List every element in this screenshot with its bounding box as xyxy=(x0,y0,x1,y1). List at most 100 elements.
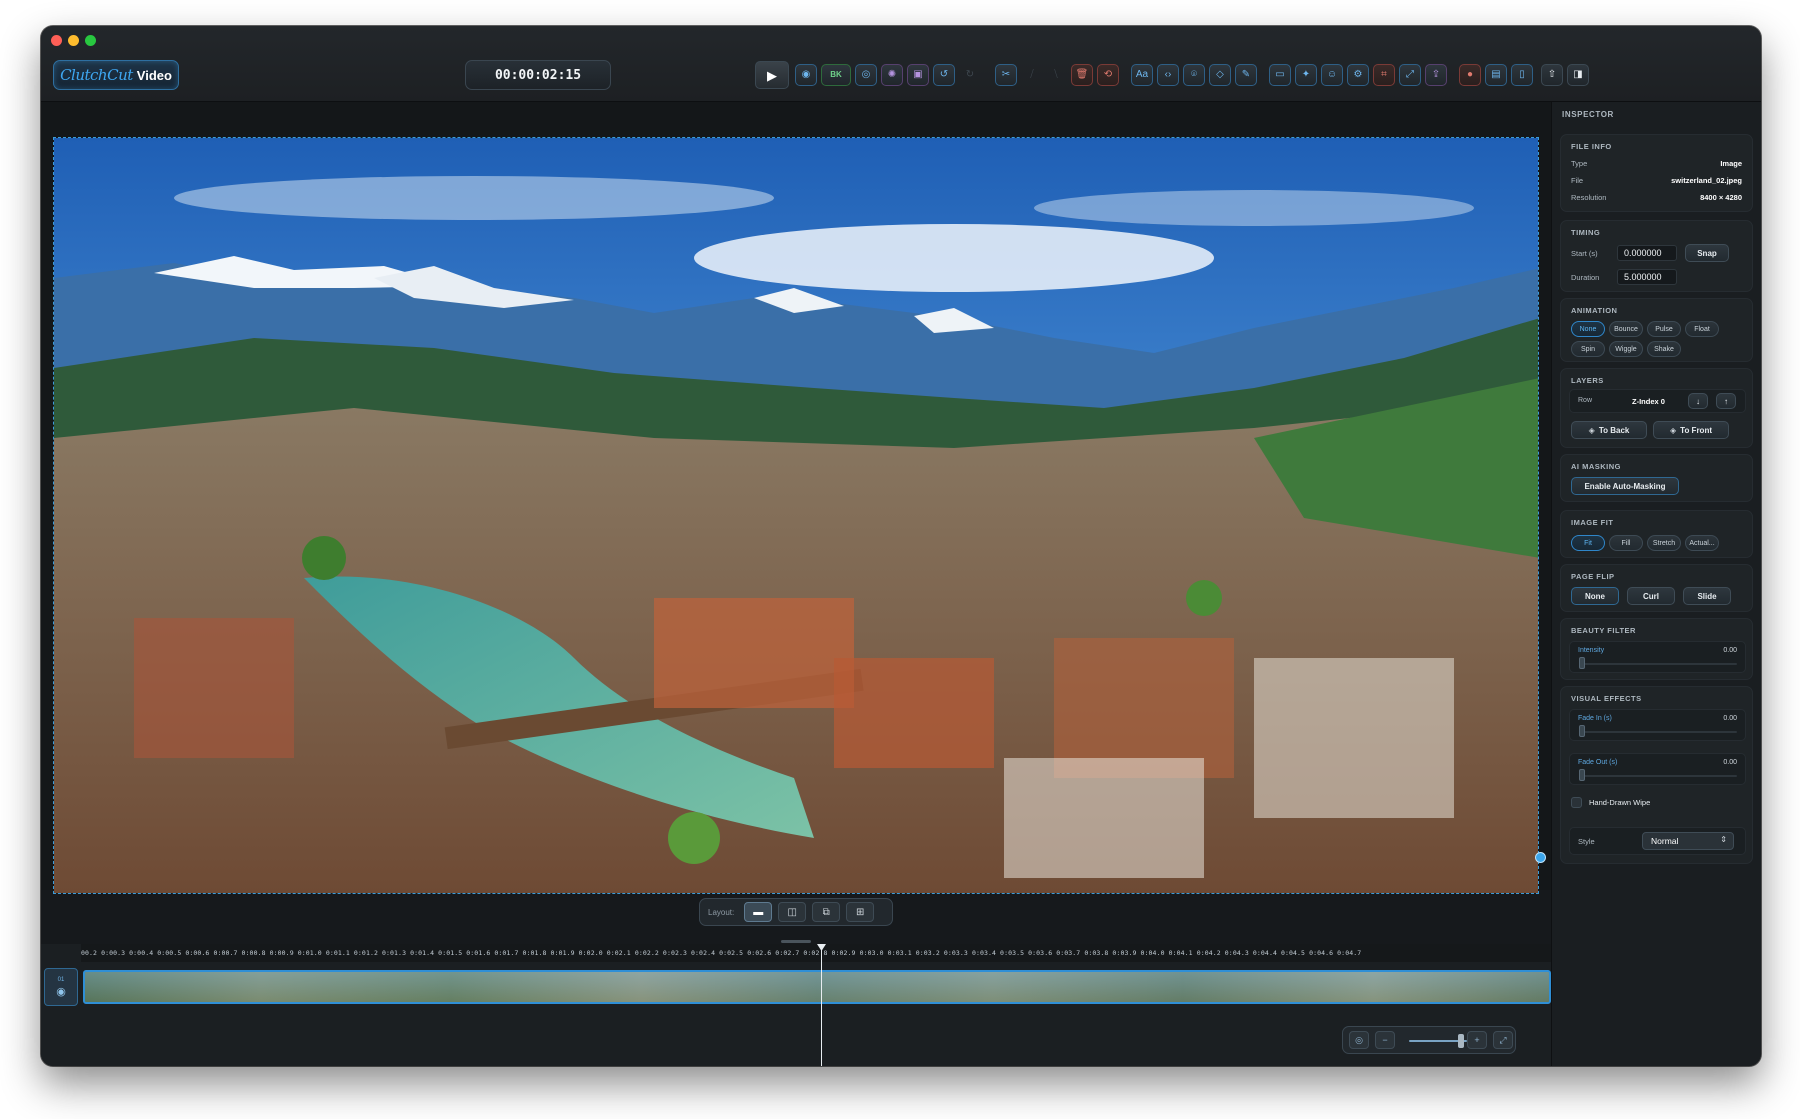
to-back-button[interactable]: ◈ To Back xyxy=(1571,421,1647,439)
settings-icon[interactable]: ⚙ xyxy=(1347,64,1369,86)
duration-input[interactable]: 5.000000 xyxy=(1617,269,1677,285)
page-flip-slide[interactable]: Slide xyxy=(1683,587,1731,605)
intensity-slider[interactable]: Intensity 0.00 xyxy=(1569,641,1746,673)
page-flip-none[interactable]: None xyxy=(1571,587,1619,605)
timeline-clip[interactable] xyxy=(83,970,1551,1004)
style-row: Style Normal ⇕ xyxy=(1569,827,1746,855)
text-icon[interactable]: Aa xyxy=(1131,64,1153,86)
animation-spin[interactable]: Spin xyxy=(1571,341,1605,357)
play-button[interactable]: ▶ xyxy=(755,61,789,89)
fit-option-fill[interactable]: Fill xyxy=(1609,535,1643,551)
transform-icon[interactable]: ⤢ xyxy=(1399,64,1421,86)
animation-pulse[interactable]: Pulse xyxy=(1647,321,1681,337)
ai-masking-title: AI MASKING xyxy=(1571,462,1621,471)
target-icon[interactable]: ◎ xyxy=(855,64,877,86)
row-label: Row xyxy=(1578,397,1593,404)
intensity-knob[interactable] xyxy=(1579,657,1585,669)
eye-icon[interactable]: ◉ xyxy=(795,64,817,86)
fit-option-fit[interactable]: Fit xyxy=(1571,535,1605,551)
layout-grid-button[interactable]: ⊞ xyxy=(846,902,875,922)
animation-wiggle[interactable]: Wiggle xyxy=(1609,341,1643,357)
timeline: 00.2 0:00.3 0:00.4 0:00.5 0:00.6 0:00.7 … xyxy=(41,944,1551,1066)
folder-icon[interactable]: ▤ xyxy=(1485,64,1507,86)
scissors-icon[interactable]: ✂ xyxy=(995,64,1017,86)
layout-single-button[interactable]: ▬ xyxy=(744,902,773,922)
animation-bounce[interactable]: Bounce xyxy=(1609,321,1643,337)
timeline-ruler[interactable]: 00.2 0:00.3 0:00.4 0:00.5 0:00.6 0:00.7 … xyxy=(81,944,1551,962)
zoom-reset-icon[interactable]: ◎ xyxy=(1349,1031,1369,1049)
timeline-resize-grip[interactable] xyxy=(781,940,811,943)
redo-icon[interactable]: ↻ xyxy=(959,64,981,86)
delete-icon[interactable]: 🗑 xyxy=(1071,64,1093,86)
camera-icon[interactable]: ⌾ xyxy=(1183,64,1205,86)
file-value: switzerland_02.jpeg xyxy=(1671,176,1742,185)
subtitle-icon[interactable]: ▭ xyxy=(1269,64,1291,86)
code-icon[interactable]: ‹› xyxy=(1157,64,1179,86)
pen-icon[interactable]: ✎ xyxy=(1235,64,1257,86)
layer-up-icon[interactable]: ↑ xyxy=(1716,393,1736,409)
fade-in-knob[interactable] xyxy=(1579,725,1585,737)
file-info-title: FILE INFO xyxy=(1571,142,1612,151)
fade-out-knob[interactable] xyxy=(1579,769,1585,781)
fade-out-track[interactable] xyxy=(1580,775,1737,777)
track-number: 01 xyxy=(57,976,65,983)
share-icon[interactable]: ⇧ xyxy=(1541,64,1563,86)
zoom-window-button[interactable] xyxy=(85,35,96,46)
fit-option-actual[interactable]: Actual... xyxy=(1685,535,1719,551)
zoom-slider-knob[interactable] xyxy=(1458,1034,1464,1048)
animation-float[interactable]: Float xyxy=(1685,321,1719,337)
hand-drawn-wipe-label: Hand-Drawn Wipe xyxy=(1589,798,1651,807)
page-flip-curl[interactable]: Curl xyxy=(1627,587,1675,605)
layout-pip-button[interactable]: ⧉ xyxy=(812,902,841,922)
minimize-window-button[interactable] xyxy=(68,35,79,46)
type-label: Type xyxy=(1571,159,1588,168)
preview-canvas[interactable] xyxy=(53,137,1539,894)
fade-out-label: Fade Out (s) xyxy=(1578,759,1618,766)
page-flip-title: PAGE FLIP xyxy=(1571,572,1615,581)
zoom-out-icon[interactable]: − xyxy=(1375,1031,1395,1049)
crop-icon[interactable]: ⌗ xyxy=(1373,64,1395,86)
fade-out-slider[interactable]: Fade Out (s) 0.00 xyxy=(1569,753,1746,785)
split-icon[interactable]: ⧸ xyxy=(1021,64,1043,86)
fade-in-track[interactable] xyxy=(1580,731,1737,733)
resize-handle[interactable] xyxy=(1535,852,1546,863)
face-icon[interactable]: ☺ xyxy=(1321,64,1343,86)
frame-icon[interactable]: ▣ xyxy=(907,64,929,86)
record-icon[interactable]: ● xyxy=(1459,64,1481,86)
shape-icon[interactable]: ◇ xyxy=(1209,64,1231,86)
intensity-track[interactable] xyxy=(1580,663,1737,665)
panel-icon[interactable]: ◨ xyxy=(1567,64,1589,86)
chevron-updown-icon: ⇕ xyxy=(1720,835,1727,844)
zoom-in-icon[interactable]: + xyxy=(1467,1031,1487,1049)
animation-shake[interactable]: Shake xyxy=(1647,341,1681,357)
style-select[interactable]: Normal ⇕ xyxy=(1642,832,1734,850)
to-front-button[interactable]: ◈ To Front xyxy=(1653,421,1729,439)
animation-title: ANIMATION xyxy=(1571,306,1618,315)
trim-icon[interactable]: ⧹ xyxy=(1045,64,1067,86)
zindex-label: Z-Index 0 xyxy=(1632,397,1665,406)
magic-icon[interactable]: ✦ xyxy=(1295,64,1317,86)
toolbar: ClutchCut Video 00:00:02:15 ▶ ◉ BK ◎ ✺ ▣… xyxy=(41,26,1761,102)
track-header[interactable]: 01 ◉ xyxy=(44,968,78,1006)
animation-none[interactable]: None xyxy=(1571,321,1605,337)
document-icon[interactable]: ▯ xyxy=(1511,64,1533,86)
close-window-button[interactable] xyxy=(51,35,62,46)
enable-auto-masking-button[interactable]: Enable Auto-Masking xyxy=(1571,477,1679,495)
sparkle-icon[interactable]: ✺ xyxy=(881,64,903,86)
zoom-fit-icon[interactable]: ⤢ xyxy=(1493,1031,1513,1049)
hand-drawn-wipe-checkbox[interactable] xyxy=(1571,797,1582,808)
layout-split-button[interactable]: ◫ xyxy=(778,902,807,922)
playhead[interactable] xyxy=(821,944,822,1066)
fit-option-stretch[interactable]: Stretch xyxy=(1647,535,1681,551)
layer-down-icon[interactable]: ↓ xyxy=(1688,393,1708,409)
replace-icon[interactable]: ⟲ xyxy=(1097,64,1119,86)
to-back-label: To Back xyxy=(1598,425,1630,435)
bk-button[interactable]: BK xyxy=(821,64,851,86)
undo-icon[interactable]: ↺ xyxy=(933,64,955,86)
visual-effects-title: VISUAL EFFECTS xyxy=(1571,694,1642,703)
start-input[interactable]: 0.000000 xyxy=(1617,245,1677,261)
snap-button[interactable]: Snap xyxy=(1685,244,1729,262)
export-icon[interactable]: ⇪ xyxy=(1425,64,1447,86)
track-visibility-icon[interactable]: ◉ xyxy=(56,985,66,998)
fade-in-slider[interactable]: Fade In (s) 0.00 xyxy=(1569,709,1746,741)
